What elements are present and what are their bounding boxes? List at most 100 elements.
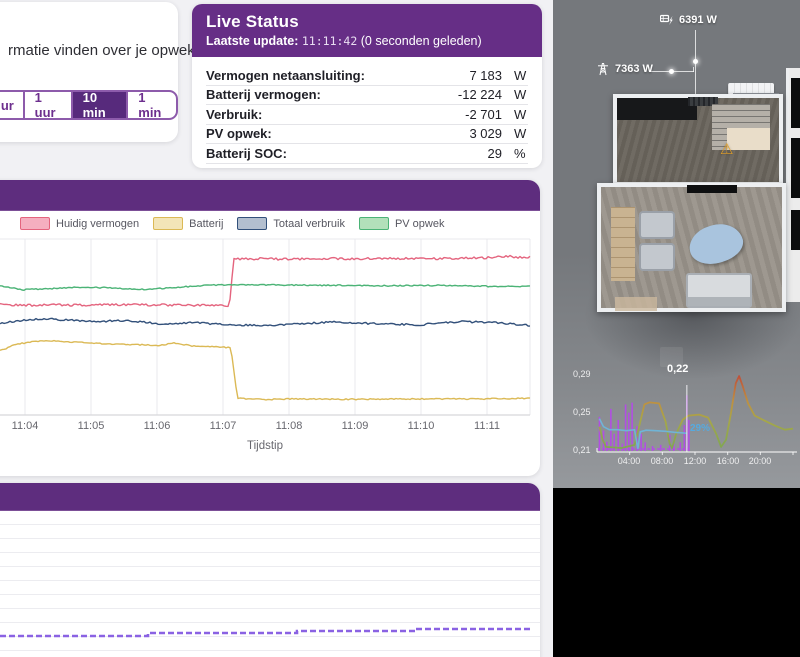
armchair bbox=[639, 211, 675, 239]
row-label: Verbruik: bbox=[206, 106, 263, 122]
x-tick-label: 11:09 bbox=[341, 420, 369, 432]
power-chart-header-bar bbox=[0, 180, 540, 211]
range-button-uur[interactable]: ur bbox=[0, 92, 25, 118]
house-3d-scene[interactable]: 6391 W 7363 W ⚠ 0,29 0,25 0,21 04:00 08:… bbox=[553, 0, 800, 488]
table-row: Batterij SOC: 29 % bbox=[206, 144, 528, 164]
table-row: PV opwek: 3 029 W bbox=[206, 125, 528, 144]
wardrobe bbox=[791, 138, 800, 198]
upper-room[interactable]: ⚠ bbox=[613, 94, 783, 186]
legend-label: Totaal verbruik bbox=[273, 217, 345, 230]
tv bbox=[687, 185, 737, 193]
table-row: Vermogen netaansluiting: 7 183 W bbox=[206, 66, 528, 86]
legend-item-totaal-verbruik[interactable]: Totaal verbruik bbox=[237, 217, 345, 230]
range-button-1min[interactable]: 1 min bbox=[128, 92, 176, 118]
x-tick-label: 11:06 bbox=[143, 420, 171, 432]
legend-label: Batterij bbox=[189, 217, 224, 230]
x-tick-label: 16:00 bbox=[716, 456, 740, 466]
solar-bolt-icon bbox=[660, 14, 673, 25]
x-tick-label: 11:11 bbox=[474, 420, 500, 432]
intro-text: rmatie vinden over je opwek, bbox=[8, 42, 199, 59]
time-range-button-group: ur 1 uur 10 min 1 min bbox=[0, 90, 178, 120]
live-status-subtitle: Laatste update: 11:11:42 (0 seconden gel… bbox=[206, 34, 528, 48]
grid-power-value: 7363 W bbox=[615, 63, 653, 75]
energy-dashboard: rmatie vinden over je opwek, ur 1 uur 10… bbox=[0, 0, 800, 657]
bottom-step-chart[interactable] bbox=[0, 510, 532, 657]
last-update-ago: (0 seconden geleden) bbox=[360, 34, 482, 48]
legend-swatch bbox=[153, 217, 184, 230]
x-tick-label: 11:10 bbox=[407, 420, 435, 432]
kitchen-counter bbox=[617, 98, 697, 120]
warning-triangle-icon[interactable]: ⚠ bbox=[720, 140, 733, 158]
x-tick-label: 04:00 bbox=[617, 456, 641, 466]
power-chart-card: Huidig vermogen Batterij Totaal verbruik… bbox=[0, 180, 540, 476]
y-tick-label: 0,25 bbox=[573, 407, 591, 417]
chart-legend: Huidig vermogen Batterij Totaal verbruik… bbox=[20, 217, 458, 230]
row-value: 3 029 bbox=[469, 126, 502, 142]
row-label: Batterij vermogen: bbox=[206, 87, 321, 103]
x-tick-label: 11:07 bbox=[209, 420, 237, 432]
pv-power-value: 6391 W bbox=[679, 14, 717, 26]
range-button-10min[interactable]: 10 min bbox=[72, 92, 129, 118]
x-tick-label: 11:04 bbox=[11, 420, 39, 432]
row-unit: % bbox=[514, 145, 526, 161]
x-tick-label: 11:08 bbox=[275, 420, 303, 432]
x-tick-label: 08:00 bbox=[650, 456, 674, 466]
living-room[interactable] bbox=[597, 183, 786, 312]
row-value: -12 224 bbox=[457, 87, 502, 103]
bottom-chart-header-bar bbox=[0, 483, 540, 511]
x-axis-title: Tijdstip bbox=[247, 440, 283, 452]
connector-line-elbow bbox=[693, 67, 694, 72]
cabinet bbox=[611, 207, 635, 281]
legend-swatch bbox=[20, 217, 50, 230]
connector-dot bbox=[693, 59, 698, 64]
live-status-card: Live Status Laatste update: 11:11:42 (0 … bbox=[192, 4, 542, 168]
grid-power-label[interactable]: 7363 W bbox=[596, 62, 653, 76]
table-row: Batterij vermogen: -12 224 W bbox=[206, 86, 528, 105]
house-3d-panel[interactable]: 6391 W 7363 W ⚠ 0,29 0,25 0,21 04:00 08:… bbox=[553, 0, 800, 657]
soc-value-label: 29% bbox=[690, 423, 711, 434]
wardrobe bbox=[791, 210, 800, 250]
row-unit: W bbox=[514, 106, 527, 122]
y-tick-label: 0,21 bbox=[573, 445, 591, 455]
power-time-series-chart[interactable] bbox=[0, 238, 532, 416]
coffee-table bbox=[684, 218, 748, 270]
legend-label: PV opwek bbox=[394, 217, 445, 230]
live-status-title: Live Status bbox=[206, 12, 299, 31]
bottom-chart-card bbox=[0, 483, 540, 657]
armchair bbox=[639, 243, 675, 271]
legend-item-pv-opwek[interactable]: PV opwek bbox=[358, 217, 445, 230]
x-tick-label: 20:00 bbox=[748, 456, 772, 466]
row-value: -2 701 bbox=[465, 106, 502, 122]
x-tick-label: 12:00 bbox=[683, 456, 707, 466]
legend-swatch bbox=[358, 217, 389, 230]
row-unit: W bbox=[514, 67, 527, 83]
row-label: Vermogen netaansluiting: bbox=[206, 67, 365, 83]
row-value: 7 183 bbox=[469, 67, 502, 83]
row-unit: W bbox=[514, 87, 527, 103]
table-row: Verbruik: -2 701 W bbox=[206, 105, 528, 125]
pv-power-label[interactable]: 6391 W bbox=[660, 14, 717, 26]
row-label: PV opwek: bbox=[206, 126, 272, 142]
live-status-table: Vermogen netaansluiting: 7 183 W Batteri… bbox=[192, 57, 542, 164]
legend-item-batterij[interactable]: Batterij bbox=[153, 217, 223, 230]
cursor-value-label: 0,22 bbox=[667, 363, 689, 375]
last-update-time: 11:11:42 bbox=[301, 34, 358, 48]
range-button-1uur[interactable]: 1 uur bbox=[25, 92, 73, 118]
row-unit: W bbox=[514, 126, 527, 142]
row-label: Batterij SOC: bbox=[206, 145, 287, 161]
legend-item-huidig-vermogen[interactable]: Huidig vermogen bbox=[20, 217, 139, 230]
last-update-label: Laatste update: bbox=[206, 34, 299, 48]
legend-swatch bbox=[237, 217, 268, 230]
rug bbox=[615, 297, 657, 311]
grid-pylon-icon bbox=[598, 63, 608, 76]
x-tick-label: 11:05 bbox=[77, 420, 105, 432]
row-value: 29 bbox=[487, 145, 502, 161]
intro-card: rmatie vinden over je opwek, ur 1 uur 10… bbox=[0, 2, 199, 142]
live-status-header: Live Status Laatste update: 11:11:42 (0 … bbox=[192, 4, 542, 57]
sofa bbox=[686, 273, 752, 308]
legend-label: Huidig vermogen bbox=[56, 217, 140, 230]
wardrobe bbox=[791, 78, 800, 128]
side-room bbox=[786, 68, 800, 302]
y-tick-label: 0,29 bbox=[573, 369, 591, 379]
day-price-soc-chart[interactable] bbox=[590, 365, 800, 460]
